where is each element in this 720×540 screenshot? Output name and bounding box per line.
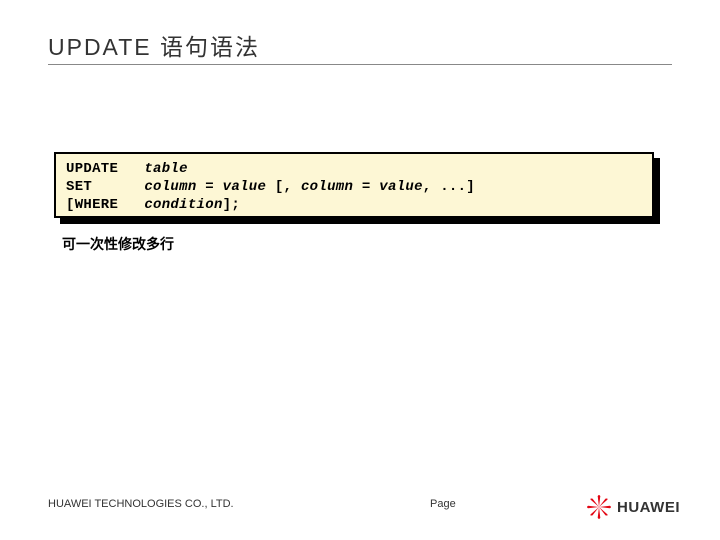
note-text: 可一次性修改多行 <box>62 234 174 254</box>
arg-table: table <box>144 161 188 177</box>
keyword-set: SET <box>66 179 92 195</box>
code-line-2: SET column = value [, column = value, ..… <box>66 178 642 196</box>
end-bracket: ]; <box>223 197 240 213</box>
arg-condition: condition <box>144 197 222 213</box>
slide-title: UPDATE 语句语法 <box>48 28 260 62</box>
huawei-flower-icon <box>586 494 612 520</box>
sep-open: [, <box>275 179 292 195</box>
keyword-where: [WHERE <box>66 197 118 213</box>
code-line-3: [WHERE condition]; <box>66 196 642 214</box>
syntax-code-box: UPDATE table SET column = value [, colum… <box>54 152 654 218</box>
footer-company: HUAWEI TECHNOLOGIES CO., LTD. <box>48 498 234 510</box>
footer-page-label: Page <box>430 498 456 510</box>
brand-text: HUAWEI <box>617 499 680 516</box>
brand-logo: HUAWEI <box>586 494 680 520</box>
sep-close: , ...] <box>423 179 475 195</box>
code-line-1: UPDATE table <box>66 160 642 178</box>
keyword-update: UPDATE <box>66 161 118 177</box>
arg-col-val-1: column = value <box>144 179 275 195</box>
title-underline <box>48 64 672 65</box>
arg-col-val-2: column = value <box>292 179 423 195</box>
